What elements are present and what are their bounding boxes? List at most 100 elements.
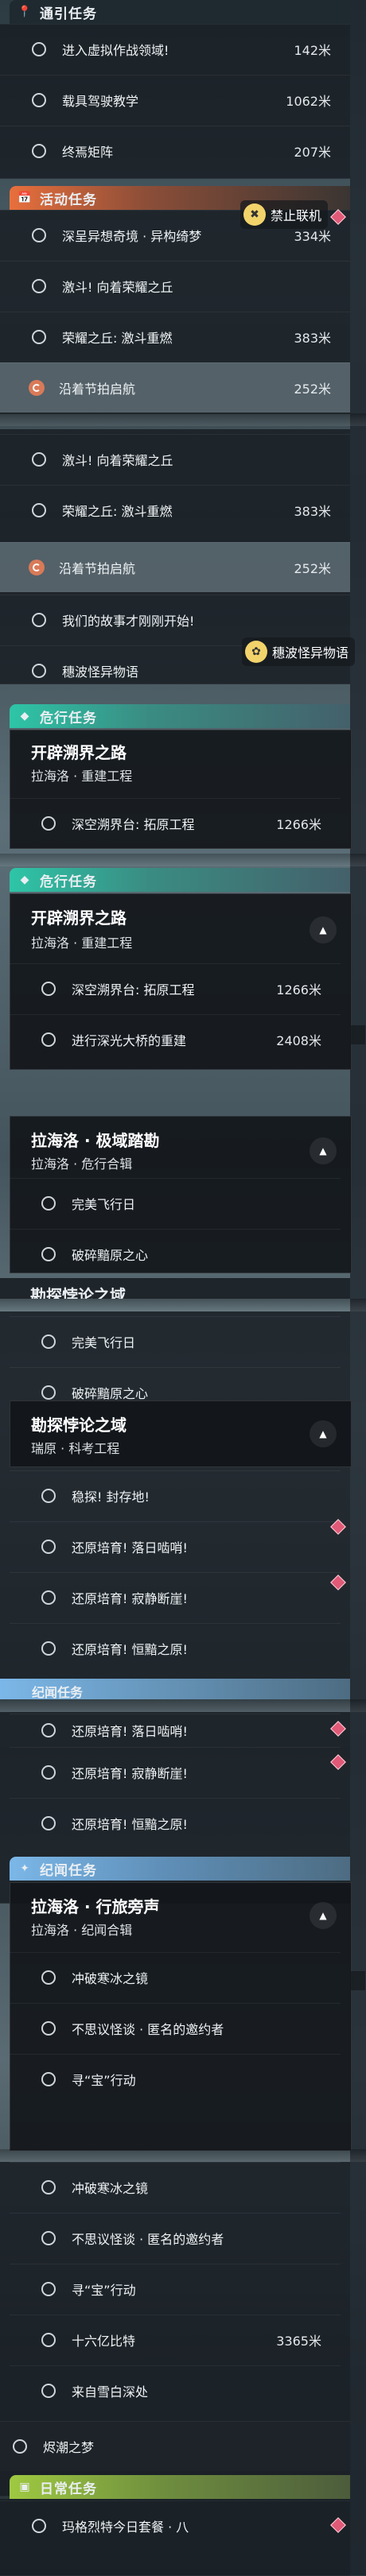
- scroll-thumb[interactable]: [351, 1025, 365, 1044]
- quest-row[interactable]: 荣耀之丘: 激斗重燃 383米: [0, 485, 350, 535]
- scroll-strip[interactable]: [350, 0, 366, 2575]
- quest-row[interactable]: 还原培育! 恒黯之原!: [10, 1798, 341, 1848]
- quest-status-icon: [32, 2519, 46, 2533]
- lock-icon: ✖: [243, 203, 266, 226]
- quest-row[interactable]: 稳探! 封存地!: [10, 1470, 341, 1520]
- quest-row[interactable]: 终焉矩阵 207米: [0, 126, 350, 176]
- hint-text: 禁止联机: [271, 208, 322, 223]
- quest-row[interactable]: 完美飞行日: [10, 1178, 341, 1228]
- quest-name: 破碎黯原之心: [72, 1386, 149, 1401]
- group-domain-partial[interactable]: 勘探悖论之域: [0, 1278, 350, 1299]
- quest-status-icon: [41, 1641, 56, 1656]
- quest-status-icon: [41, 1723, 56, 1737]
- group-subtitle: 拉海洛 · 纪闻合辑: [31, 1923, 133, 1938]
- group-subtitle: 瑞原 · 科考工程: [31, 1441, 120, 1456]
- quest-name: 进入虚拟作战领域!: [62, 43, 169, 58]
- quest-row[interactable]: 完美飞行日: [10, 1316, 341, 1366]
- quest-name: 深空溯界台: 拓原工程: [72, 982, 195, 997]
- quest-status-icon: [41, 982, 56, 996]
- quest-status-icon: [32, 228, 46, 242]
- section-title: 日常任务: [40, 2481, 97, 2497]
- quest-name: 破碎黯原之心: [72, 1248, 149, 1263]
- quest-status-icon: [32, 613, 46, 627]
- quest-status-icon: [32, 144, 46, 158]
- quest-row-selected[interactable]: 沿着节拍启航 252米: [0, 542, 350, 592]
- quest-row[interactable]: 十六亿比特 3365米: [10, 2315, 341, 2365]
- quest-row[interactable]: 载具驾驶教学 1062米: [0, 75, 350, 125]
- quest-name: 荣耀之丘: 激斗重燃: [62, 504, 173, 519]
- quest-row[interactable]: 荣耀之丘: 激斗重燃 383米: [0, 312, 350, 362]
- quest-status-icon: [41, 2072, 56, 2086]
- quest-row[interactable]: 激斗! 向着荣耀之丘: [0, 261, 350, 311]
- quest-row[interactable]: 深空溯界台: 拓原工程 1266米: [10, 798, 341, 848]
- group-title: 勘探悖论之域: [30, 1286, 126, 1299]
- quest-row[interactable]: 寻“宝”行动: [10, 2054, 341, 2104]
- quest-name: 沿着节拍启航: [59, 561, 136, 576]
- quest-row[interactable]: 还原培育! 寂静断崖!: [10, 1747, 341, 1797]
- section-title: 活动任务: [40, 192, 97, 208]
- quest-status-icon: [13, 2439, 27, 2454]
- section-header-guide[interactable]: 📍 通引任务: [10, 0, 350, 24]
- quest-row[interactable]: 深空溯界台: 拓原工程 1266米: [10, 963, 341, 1013]
- section-header-daily[interactable]: ▣ 日常任务: [10, 2475, 350, 2499]
- quest-name: 烬潮之梦: [43, 2440, 95, 2455]
- quest-distance: 2408米: [276, 1033, 321, 1048]
- quest-distance: 3365米: [276, 2334, 321, 2349]
- quest-row[interactable]: 不思议怪谈 · 匿名的邀约者: [10, 2003, 341, 2053]
- quest-status-icon: [41, 1247, 56, 1261]
- quest-status-icon: [32, 330, 46, 344]
- quest-row[interactable]: 冲破寒冰之镜: [10, 1952, 341, 2002]
- quest-status-icon: [41, 1196, 56, 1211]
- section-title: 纪闻任务: [32, 1685, 84, 1699]
- quest-status-icon: [32, 42, 46, 56]
- section-header-story[interactable]: ✦ 纪闻任务: [10, 1857, 350, 1881]
- group-title: 开辟溯界之路: [31, 743, 127, 762]
- quest-name: 冲破寒冰之镜: [72, 2181, 149, 2196]
- quest-row[interactable]: 冲破寒冰之镜: [10, 2162, 341, 2212]
- quest-row[interactable]: 玛格烈特今日套餐 · 八: [0, 2500, 350, 2551]
- collapse-icon[interactable]: ▲: [310, 1420, 337, 1447]
- group-subtitle: 拉海洛 · 重建工程: [31, 769, 133, 784]
- quest-name: 我们的故事才刚刚开始!: [62, 614, 195, 629]
- collapse-icon[interactable]: ▲: [310, 1137, 337, 1164]
- scroll-thumb[interactable]: [351, 1971, 365, 1990]
- section-header-danger[interactable]: ◆ 危行任务: [10, 868, 350, 892]
- group-title: 勘探悖论之域: [31, 1416, 127, 1435]
- quest-row[interactable]: 不思议怪谈 · 匿名的邀约者: [10, 2213, 341, 2263]
- quest-status-icon: [41, 2384, 56, 2398]
- divider: [0, 2149, 366, 2162]
- danger-icon: ◆: [20, 710, 29, 722]
- quest-row[interactable]: 还原培育! 寂静断崖!: [10, 1572, 341, 1622]
- quest-row[interactable]: 破碎黯原之心: [10, 1229, 341, 1279]
- divider: [0, 1299, 366, 1311]
- section-title: 纪闻任务: [40, 1862, 97, 1879]
- quest-row[interactable]: 烬潮之梦: [0, 2421, 350, 2471]
- quest-row-selected[interactable]: 沿着节拍启航 252米: [0, 362, 350, 413]
- group-domain[interactable]: 勘探悖论之域 瑞原 · 科考工程 ▲: [10, 1400, 352, 1467]
- quest-distance: 1266米: [276, 817, 321, 832]
- quest-name: 还原培育! 寂静断崖!: [72, 1766, 188, 1781]
- quest-row[interactable]: 寻“宝”行动: [10, 2264, 341, 2314]
- quest-row[interactable]: 进入虚拟作战领域! 142米: [0, 24, 350, 74]
- quest-row[interactable]: 来自雪白深处: [10, 2365, 341, 2415]
- section-header-danger[interactable]: ◆ 危行任务: [10, 704, 350, 728]
- quest-name: 冲破寒冰之镜: [72, 1971, 149, 1986]
- quest-distance: 383米: [294, 331, 331, 346]
- quest-distance: 252米: [294, 382, 331, 397]
- story-header-partial[interactable]: 纪闻任务: [0, 1679, 350, 1699]
- danger-icon: ◆: [20, 874, 29, 886]
- collapse-icon[interactable]: ▲: [310, 1902, 337, 1929]
- quest-distance: 207米: [294, 145, 331, 160]
- quest-row[interactable]: 进行深光大桥的重建 2408米: [10, 1014, 341, 1064]
- quest-name: 稳探! 封存地!: [72, 1489, 150, 1505]
- quest-row[interactable]: 还原培育! 落日啮哨!: [10, 1521, 341, 1571]
- quest-row[interactable]: 激斗! 向着荣耀之丘: [0, 434, 350, 484]
- quest-distance: 1062米: [286, 94, 331, 109]
- quest-row[interactable]: 还原培育! 落日啮哨!: [10, 1714, 341, 1746]
- quest-status-icon: [41, 1816, 56, 1830]
- group-subtitle: 拉海洛 · 重建工程: [31, 935, 133, 951]
- quest-status-icon: [41, 1540, 56, 1554]
- collapse-icon[interactable]: ▲: [310, 916, 337, 943]
- divider: [0, 854, 366, 866]
- quest-row[interactable]: 还原培育! 恒黯之原!: [10, 1623, 341, 1673]
